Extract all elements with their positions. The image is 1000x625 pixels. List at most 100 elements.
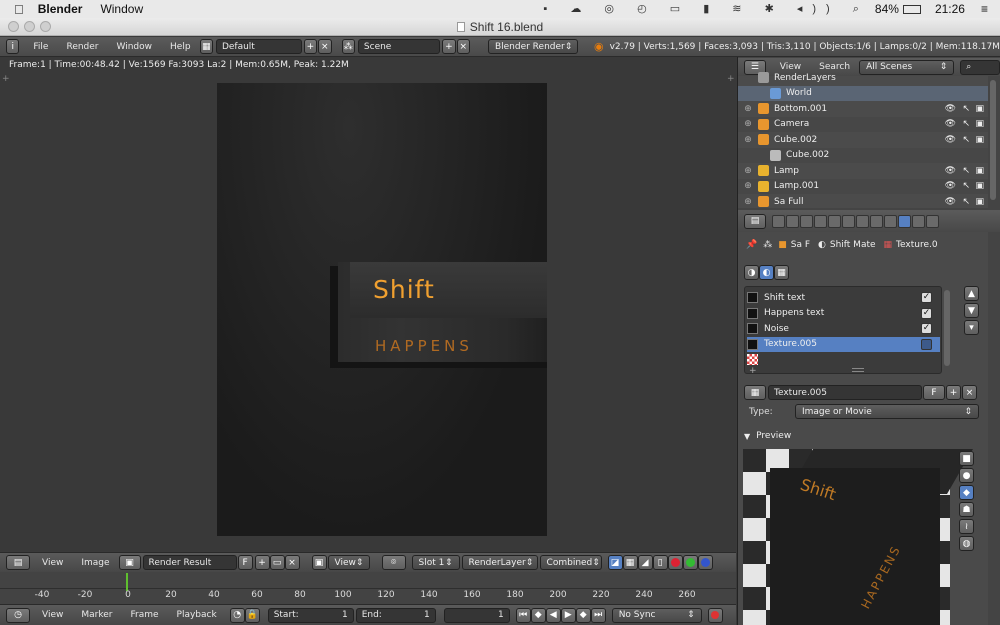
visibility-icon[interactable]: 👁 — [945, 166, 956, 176]
display-color-alpha-icon[interactable]: ◪ — [607, 555, 623, 570]
visibility-icon[interactable]: 👁 — [945, 135, 956, 145]
select-icon[interactable]: ↖ — [962, 166, 970, 176]
preview-monkey-icon[interactable]: ☗ — [959, 502, 974, 517]
preview-sphere-icon[interactable]: ● — [959, 468, 974, 483]
render-icon[interactable]: ▣ — [975, 197, 984, 207]
outliner-row[interactable]: RenderLayers — [738, 70, 988, 86]
render-icon[interactable]: ▣ — [975, 166, 984, 176]
info-editor-icon[interactable]: i — [6, 39, 20, 54]
tab-particles-icon[interactable] — [912, 214, 925, 228]
fake-user-button[interactable]: F — [237, 555, 253, 570]
select-icon[interactable]: ↖ — [962, 181, 970, 191]
menu-icon[interactable]: ≡ — [981, 2, 988, 16]
display-alpha-only-icon[interactable]: ▯ — [652, 555, 668, 570]
tab-render-layers-icon[interactable] — [786, 214, 799, 228]
corner-plus-icon[interactable]: + — [727, 74, 735, 84]
remove-layout-icon[interactable]: × — [318, 39, 332, 54]
current-frame-marker[interactable] — [126, 573, 128, 591]
menu-playback[interactable]: Playback — [177, 610, 217, 620]
render-icon[interactable]: ▣ — [975, 181, 984, 191]
select-icon[interactable]: ↖ — [962, 119, 970, 129]
visibility-icon[interactable]: 👁 — [945, 197, 956, 207]
outliner-row[interactable]: ⊕ Camera 👁 ↖ ▣ — [738, 116, 988, 132]
texture-slot-row[interactable]: Noise ✓ — [747, 321, 940, 336]
outliner-row[interactable]: ⊕ Lamp.001 👁 ↖ ▣ — [738, 178, 988, 194]
preview-flat-icon[interactable]: ■ — [959, 451, 974, 466]
visibility-icon[interactable]: 👁 — [945, 104, 956, 114]
jump-keyframe-back-icon[interactable]: ◆ — [530, 607, 546, 623]
start-frame-field[interactable]: Start: 1 — [267, 607, 354, 623]
other-texture-icon[interactable]: ▦ — [774, 265, 789, 280]
render-pass-select[interactable]: Combined ⇕ — [539, 555, 602, 570]
tab-physics-icon[interactable] — [926, 214, 939, 228]
select-icon[interactable]: ↖ — [962, 104, 970, 114]
app-menu[interactable]: Blender — [38, 2, 83, 16]
menu-marker[interactable]: Marker — [81, 610, 112, 620]
end-frame-field[interactable]: End: 1 — [355, 607, 436, 623]
tab-material-icon[interactable] — [884, 214, 897, 228]
menu-render[interactable]: Render — [66, 42, 98, 52]
lock-icon[interactable]: 🔒 — [244, 607, 260, 623]
outliner-scrollbar[interactable] — [990, 80, 996, 200]
texture-enable-checkbox[interactable]: ✓ — [921, 292, 932, 303]
add-scene-icon[interactable]: + — [442, 39, 456, 54]
tab-object-icon[interactable] — [828, 214, 841, 228]
render-icon[interactable]: ▣ — [975, 119, 984, 129]
render-icon[interactable]: ▣ — [975, 135, 984, 145]
expand-toggle-icon[interactable]: ⊕ — [738, 166, 758, 176]
menu-image[interactable]: Image — [81, 558, 109, 568]
texture-type-select[interactable]: Image or Movie ⇕ — [795, 404, 979, 419]
expand-toggle-icon[interactable]: ⊕ — [738, 181, 758, 191]
window-menu[interactable]: Window — [100, 2, 143, 16]
material-texture-icon[interactable]: ◐ — [759, 265, 774, 280]
menu-window[interactable]: Window — [117, 42, 153, 52]
outliner-row[interactable]: ⊕ Lamp 👁 ↖ ▣ — [738, 163, 988, 179]
tab-render-icon[interactable] — [772, 214, 785, 228]
visibility-icon[interactable]: 👁 — [945, 119, 956, 129]
display-z-icon[interactable]: ◢ — [637, 555, 653, 570]
image-name-field[interactable]: Render Result — [142, 555, 237, 570]
move-up-icon[interactable]: ▲ — [964, 286, 979, 301]
render-engine-select[interactable]: Blender Render ⇕ — [487, 39, 578, 54]
outliner-row[interactable]: World — [738, 85, 988, 101]
tab-scene-icon[interactable] — [800, 214, 813, 228]
list-resize-grip[interactable] — [852, 368, 864, 372]
view-mode-icon[interactable]: ▣ — [311, 555, 327, 570]
outliner-row[interactable]: ⊕ Cube.002 👁 ↖ ▣ — [738, 132, 988, 148]
channel-green-icon[interactable] — [682, 555, 698, 570]
new-texture-icon[interactable]: + — [946, 385, 961, 400]
pivot-icon[interactable]: ⌾ — [381, 555, 406, 570]
tab-modifiers-icon[interactable] — [856, 214, 869, 228]
menu-view[interactable]: View — [42, 610, 63, 620]
tab-texture-icon[interactable] — [898, 214, 911, 228]
record-icon[interactable] — [707, 607, 723, 623]
select-icon[interactable]: ↖ — [962, 135, 970, 145]
preview-hair-icon[interactable]: ≀ — [959, 519, 974, 534]
current-frame-field[interactable]: 1 — [443, 607, 510, 623]
corner-plus-icon[interactable]: + — [2, 74, 10, 84]
remove-scene-icon[interactable]: × — [456, 39, 470, 54]
tab-constraints-icon[interactable] — [842, 214, 855, 228]
move-down-icon[interactable]: ▼ — [964, 303, 979, 318]
tab-world-icon[interactable] — [814, 214, 827, 228]
slot-select[interactable]: Slot 1 ⇕ — [411, 555, 460, 570]
menu-frame[interactable]: Frame — [130, 610, 158, 620]
pin-icon[interactable]: 📌 — [746, 240, 757, 250]
unlink-texture-icon[interactable]: × — [962, 385, 977, 400]
image-editor-type-icon[interactable]: ▤ — [6, 555, 30, 570]
image-browse-icon[interactable]: ▣ — [118, 555, 141, 570]
preview-world-icon[interactable]: ◍ — [959, 536, 974, 551]
texture-enable-checkbox[interactable]: ✓ — [921, 307, 932, 319]
world-texture-icon[interactable]: ◑ — [744, 265, 759, 280]
outliner-row[interactable]: ⊕ Bottom.001 👁 ↖ ▣ — [738, 101, 988, 117]
texture-fake-user-button[interactable]: F — [923, 385, 945, 400]
expand-toggle-icon[interactable]: ⊕ — [738, 135, 758, 145]
texture-list-scrollbar[interactable] — [944, 290, 950, 366]
render-icon[interactable]: ▣ — [975, 104, 984, 114]
menu-help[interactable]: Help — [170, 42, 191, 52]
jump-end-icon[interactable]: ⏭ — [590, 607, 606, 623]
texture-slot-row[interactable]: Happens text ✓ — [747, 306, 940, 321]
timeline-type-icon[interactable]: ◷ — [6, 607, 30, 623]
open-image-icon[interactable]: ▭ — [269, 555, 285, 570]
visibility-icon[interactable]: 👁 — [945, 181, 956, 191]
